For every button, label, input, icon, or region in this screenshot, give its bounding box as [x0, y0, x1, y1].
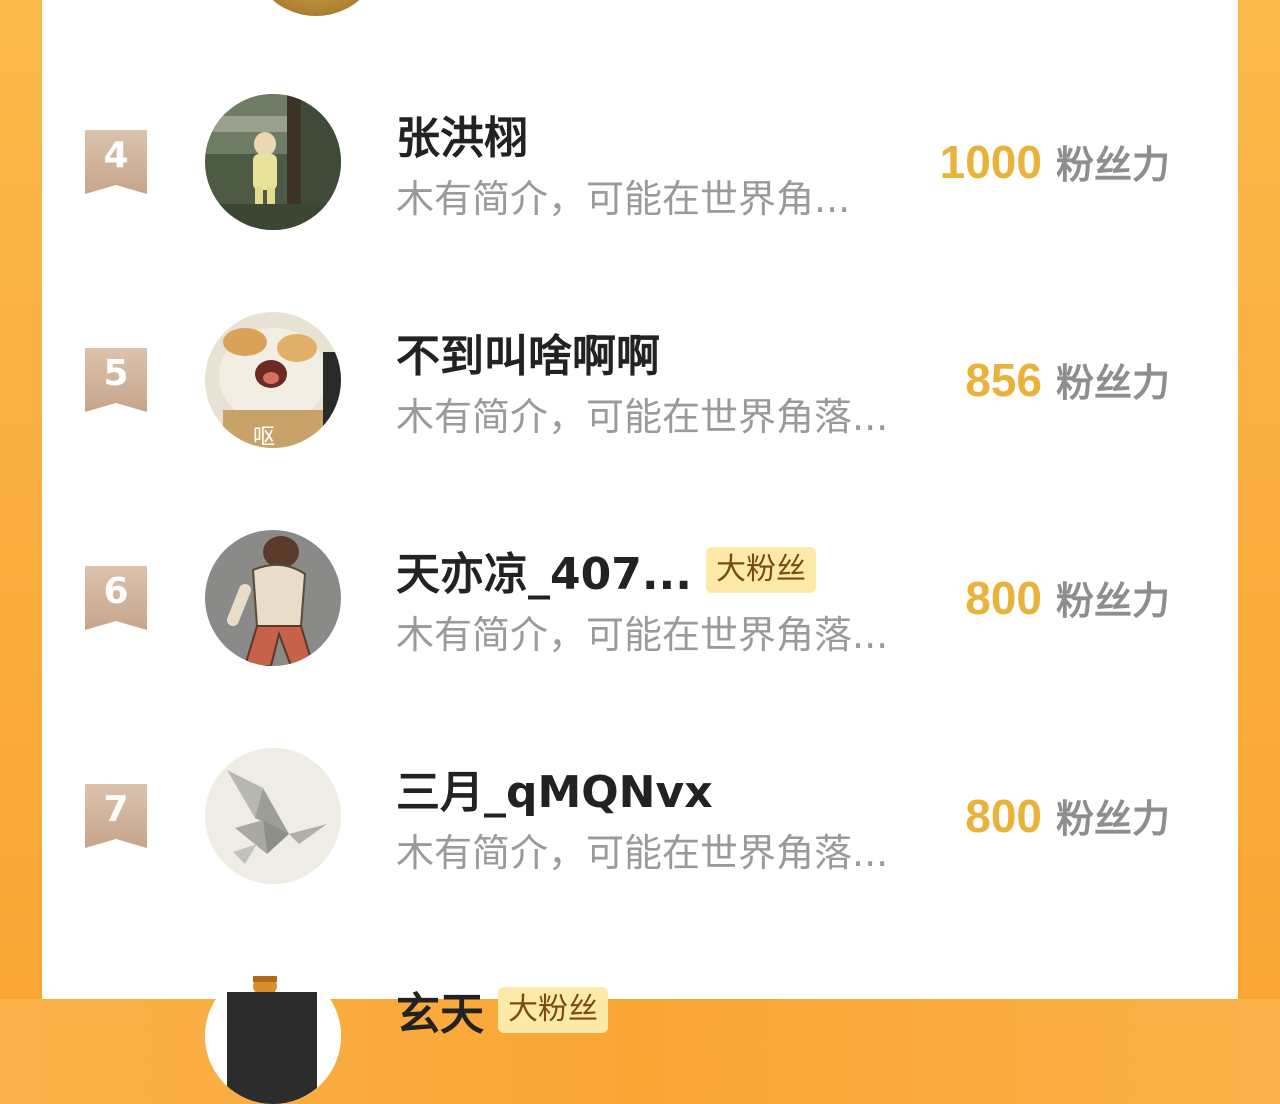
score-value: 1000 [939, 136, 1042, 188]
fan-power-score: 800 粉丝力 [965, 788, 1170, 843]
fan-power-score: 856 粉丝力 [965, 352, 1170, 407]
user-name[interactable]: 不到叫啥啊啊 [396, 320, 660, 384]
rank-badge: 7 [85, 784, 147, 848]
score-unit: 粉丝力 [1055, 579, 1170, 623]
ranking-row[interactable]: 4 张洪栩 木有简介，可能在世界角... 1000 粉丝力 [42, 82, 1238, 242]
rank-badge: 6 [85, 566, 147, 630]
user-name[interactable]: 天亦凉_407... [396, 538, 692, 602]
user-name-line: 玄天 大粉丝 [396, 978, 608, 1042]
svg-text:呕: 呕 [253, 425, 275, 448]
fan-ranking-panel: 4 张洪栩 木有简介，可能在世界角... 1000 粉丝力 5 呕 不到叫啥啊啊… [42, 0, 1238, 1104]
child-photo-avatar-icon[interactable] [205, 94, 341, 230]
score-unit: 粉丝力 [1055, 797, 1170, 841]
crown-avatar-icon[interactable] [205, 968, 341, 1104]
ranking-row[interactable]: 6 天亦凉_407... 大粉丝 木有简介，可能在世界角落... 800 粉丝力 [42, 518, 1238, 678]
user-intro: 木有简介，可能在世界角... [396, 177, 851, 221]
ranking-row[interactable]: 5 呕 不到叫啥啊啊 木有简介，可能在世界角落... 856 粉丝力 [42, 300, 1238, 460]
user-name[interactable]: 玄天 [396, 978, 484, 1042]
score-value: 800 [965, 790, 1042, 842]
user-name-line: 三月_qMQNvx [396, 760, 713, 818]
score-value: 856 [965, 354, 1042, 406]
score-unit: 粉丝力 [1055, 143, 1170, 187]
ranking-row[interactable]: 7 三月_qMQNvx 木有简介，可能在世界角落... 800 粉丝力 [42, 736, 1238, 896]
user-name-line: 天亦凉_407... 大粉丝 [396, 542, 816, 600]
previous-row-avatar [249, 0, 383, 16]
score-unit: 粉丝力 [1055, 361, 1170, 405]
cartoon-person-avatar-icon[interactable] [205, 530, 341, 666]
user-intro: 木有简介，可能在世界角落... [396, 395, 889, 439]
user-intro: 木有简介，可能在世界角落... [396, 831, 889, 875]
origami-bird-avatar-icon[interactable] [205, 748, 341, 884]
score-value: 800 [965, 572, 1042, 624]
user-intro: 木有简介，可能在世界角落... [396, 613, 889, 657]
user-name[interactable]: 三月_qMQNvx [396, 756, 713, 820]
fan-power-score: 800 粉丝力 [965, 570, 1170, 625]
rank-badge: 4 [85, 130, 147, 194]
user-name[interactable]: 张洪栩 [396, 102, 528, 166]
big-fan-badge: 大粉丝 [706, 547, 816, 593]
user-name-line: 张洪栩 [396, 106, 528, 164]
right-orange-border [1238, 0, 1280, 999]
screaming-cat-avatar-icon[interactable]: 呕 [205, 312, 341, 448]
big-fan-badge: 大粉丝 [498, 987, 608, 1033]
left-orange-border [0, 0, 42, 999]
fan-power-score: 1000 粉丝力 [940, 134, 1170, 189]
user-name-line: 不到叫啥啊啊 [396, 324, 660, 382]
rank-badge: 5 [85, 348, 147, 412]
